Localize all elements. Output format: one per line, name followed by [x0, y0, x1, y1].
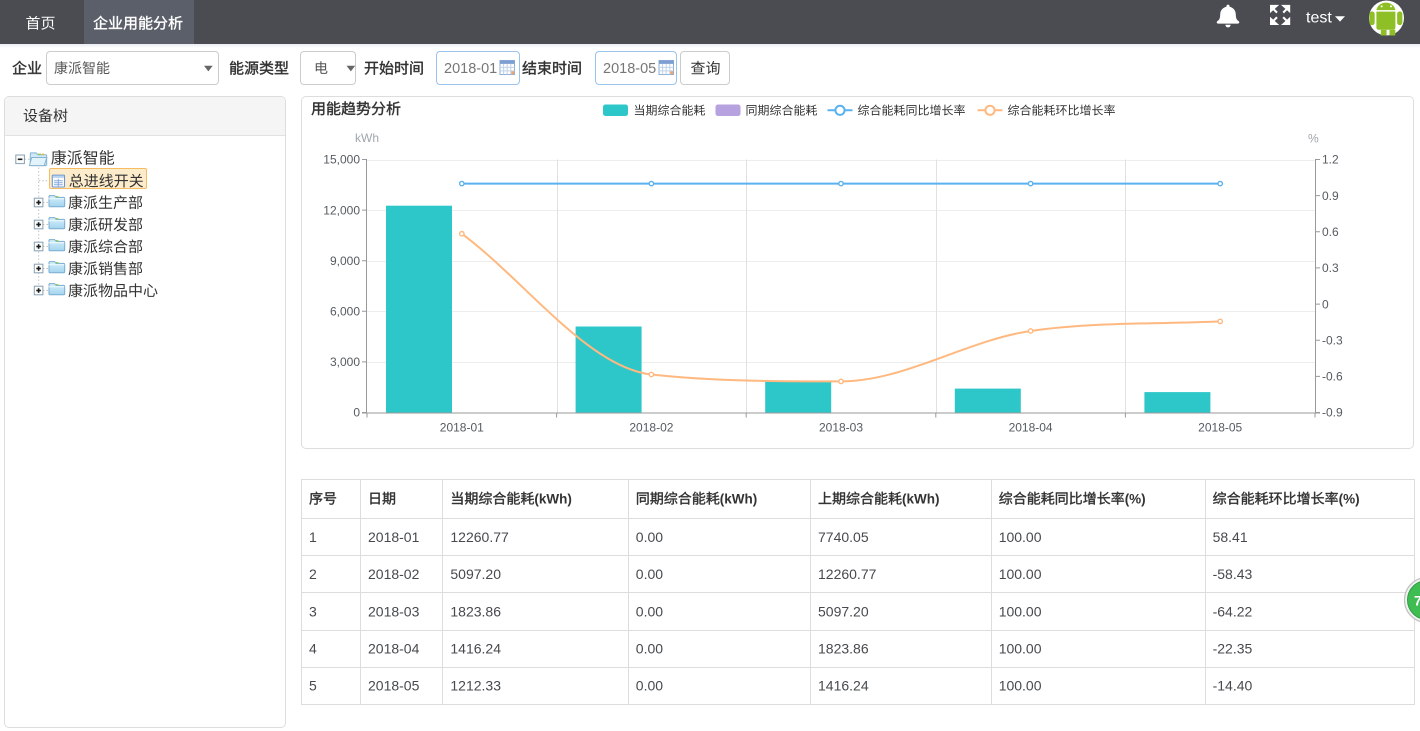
svg-text:2018-02: 2018-02	[368, 566, 420, 582]
svg-text:(kWh): (kWh)	[720, 492, 758, 507]
svg-text:-64.22: -64.22	[1213, 603, 1253, 619]
svg-text:2018-01: 2018-01	[444, 61, 497, 77]
svg-text:0: 0	[353, 406, 360, 420]
svg-text:3: 3	[309, 603, 317, 619]
svg-text:2018-01: 2018-01	[440, 421, 484, 435]
svg-text:test: test	[1306, 10, 1332, 27]
svg-text:-0.6: -0.6	[1322, 370, 1343, 384]
svg-text:1416.24: 1416.24	[450, 641, 501, 657]
svg-text:100.00: 100.00	[999, 641, 1042, 657]
svg-text:0.3: 0.3	[1322, 261, 1339, 275]
svg-text:%: %	[1308, 132, 1319, 146]
svg-text:kWh: kWh	[355, 131, 379, 145]
svg-text:0.00: 0.00	[636, 603, 663, 619]
svg-text:0.6: 0.6	[1322, 225, 1339, 239]
svg-text:2018-05: 2018-05	[603, 61, 656, 77]
svg-text:-0.9: -0.9	[1322, 406, 1343, 420]
svg-text:-0.3: -0.3	[1322, 333, 1343, 347]
svg-text:(%): (%)	[1125, 492, 1146, 507]
svg-text:12260.77: 12260.77	[818, 566, 877, 582]
svg-text:100.00: 100.00	[999, 678, 1042, 694]
svg-text:7: 7	[1414, 593, 1420, 609]
svg-text:9,000: 9,000	[330, 254, 360, 268]
svg-text:5097.20: 5097.20	[818, 603, 869, 619]
svg-text:0.00: 0.00	[636, 641, 663, 657]
svg-text:2: 2	[309, 566, 317, 582]
svg-text:2018-05: 2018-05	[1198, 421, 1242, 435]
svg-text:1416.24: 1416.24	[818, 678, 869, 694]
svg-text:1: 1	[309, 529, 317, 545]
svg-text:2018-03: 2018-03	[368, 603, 420, 619]
svg-text:2018-04: 2018-04	[368, 641, 420, 657]
svg-text:58.41: 58.41	[1213, 529, 1248, 545]
svg-text:0.00: 0.00	[636, 566, 663, 582]
svg-text:0: 0	[1322, 297, 1329, 311]
svg-text:15,000: 15,000	[323, 153, 360, 167]
svg-text:5097.20: 5097.20	[450, 566, 501, 582]
svg-text:1212.33: 1212.33	[450, 678, 501, 694]
svg-text:(kWh): (kWh)	[902, 492, 940, 507]
svg-text:100.00: 100.00	[999, 603, 1042, 619]
svg-text:3,000: 3,000	[330, 355, 360, 369]
svg-text:12260.77: 12260.77	[450, 529, 509, 545]
svg-text:4: 4	[309, 641, 317, 657]
svg-text:(kWh): (kWh)	[534, 492, 572, 507]
svg-text:0.00: 0.00	[636, 678, 663, 694]
svg-text:1823.86: 1823.86	[818, 641, 869, 657]
svg-text:-14.40: -14.40	[1213, 678, 1253, 694]
svg-text:100.00: 100.00	[999, 566, 1042, 582]
svg-text:5: 5	[309, 678, 317, 694]
svg-text:-22.35: -22.35	[1213, 641, 1253, 657]
svg-text:1823.86: 1823.86	[450, 603, 501, 619]
svg-text:(%): (%)	[1339, 492, 1360, 507]
svg-text:2018-05: 2018-05	[368, 678, 420, 694]
svg-text:2018-01: 2018-01	[368, 529, 420, 545]
svg-text:7740.05: 7740.05	[818, 529, 869, 545]
svg-text:6,000: 6,000	[330, 305, 360, 319]
svg-text:2018-02: 2018-02	[629, 421, 673, 435]
svg-text:0.9: 0.9	[1322, 189, 1339, 203]
svg-text:1.2: 1.2	[1322, 153, 1339, 167]
svg-text:0.00: 0.00	[636, 529, 663, 545]
svg-text:12,000: 12,000	[323, 203, 360, 217]
svg-text:-58.43: -58.43	[1213, 566, 1253, 582]
svg-text:2018-03: 2018-03	[819, 421, 863, 435]
svg-text:2018-04: 2018-04	[1009, 421, 1053, 435]
svg-text:100.00: 100.00	[999, 529, 1042, 545]
